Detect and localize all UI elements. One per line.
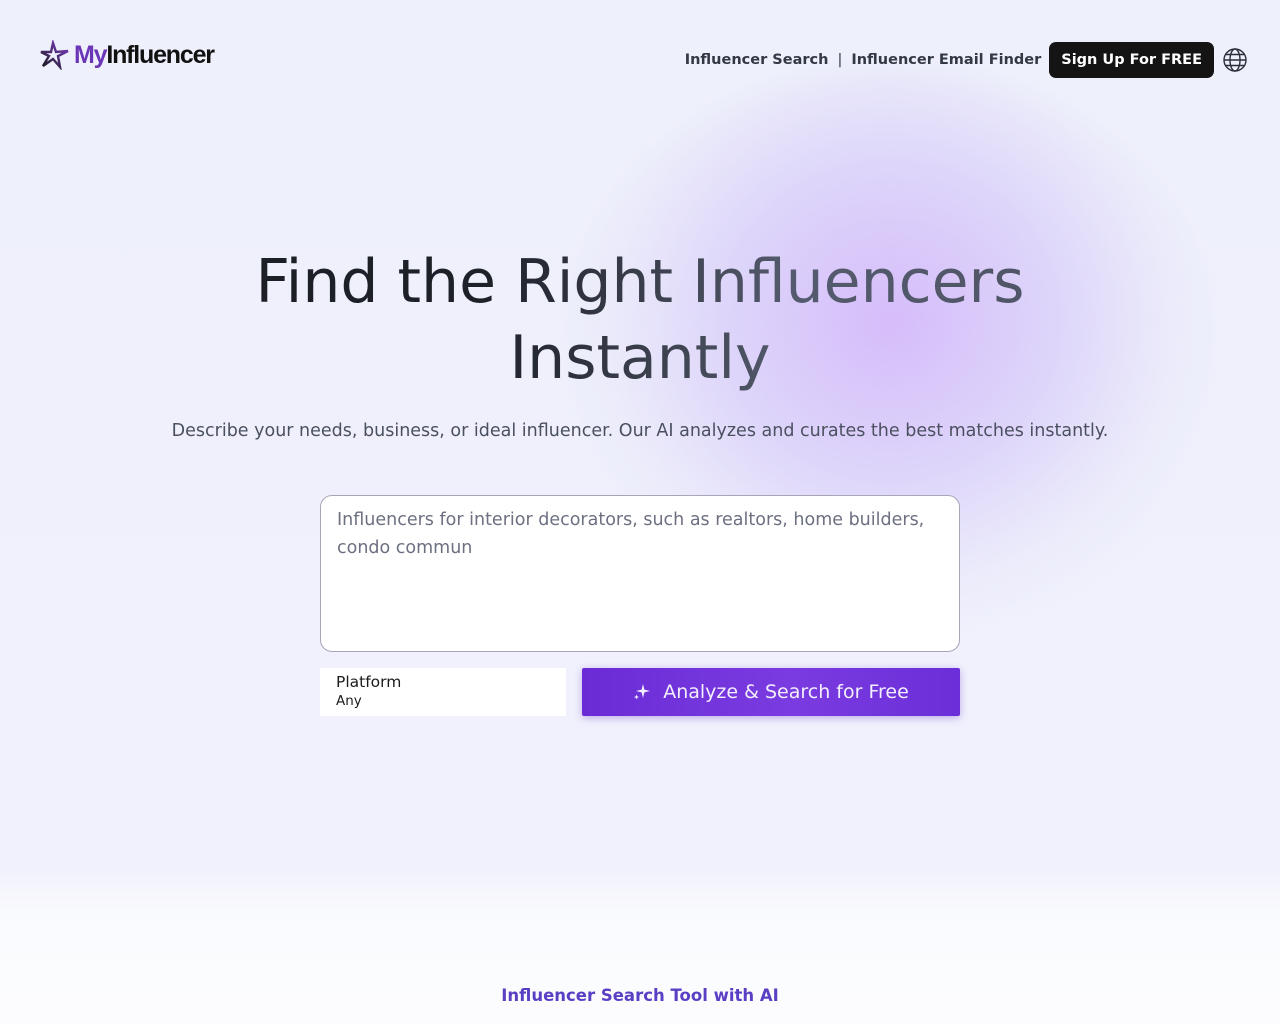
nav-link-email-finder[interactable]: Influencer Email Finder	[851, 52, 1041, 68]
section-title: Influencer Search Tool with AI	[501, 986, 779, 1005]
analyze-search-label: Analyze & Search for Free	[663, 681, 909, 703]
star-logo-icon	[40, 38, 70, 72]
hero-headline-line2: Instantly	[509, 323, 771, 393]
top-nav: Influencer Search | Influencer Email Fin…	[685, 42, 1248, 78]
nav-link-influencer-search[interactable]: Influencer Search	[685, 52, 829, 68]
signup-button[interactable]: Sign Up For FREE	[1049, 42, 1214, 78]
brand-name-my: My	[74, 40, 108, 69]
hero-headline-line1: Find the Right Influencers	[255, 247, 1025, 317]
brand-name-influencer: Influencer	[106, 40, 215, 69]
page: MyInfluencer Influencer Search | Influen…	[0, 0, 1280, 1024]
sparkles-icon	[633, 683, 651, 701]
hero-headline: Find the Right Influencers Instantly	[0, 244, 1280, 396]
platform-label: Platform	[336, 673, 402, 691]
brand-logo[interactable]: MyInfluencer	[40, 38, 215, 72]
nav-separator: |	[837, 52, 843, 68]
hero-subtitle: Describe your needs, business, or ideal …	[171, 421, 1109, 441]
globe-icon[interactable]	[1222, 47, 1248, 73]
analyze-search-button[interactable]: Analyze & Search for Free	[582, 668, 960, 716]
platform-value: Any	[336, 693, 362, 709]
platform-select[interactable]: Platform Any	[320, 668, 566, 716]
brand-name: MyInfluencer	[74, 40, 215, 70]
search-query-input[interactable]	[320, 495, 960, 652]
